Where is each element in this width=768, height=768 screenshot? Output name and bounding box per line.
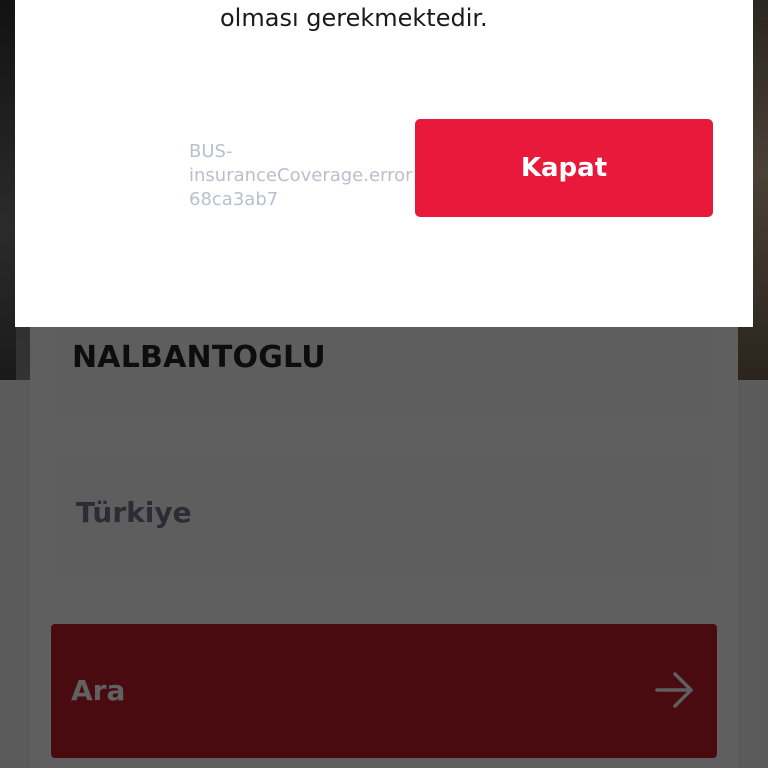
close-button[interactable]: Kapat xyxy=(415,119,713,217)
surname-value: NALBANTOGLU xyxy=(72,340,326,375)
country-field[interactable]: Türkiye xyxy=(52,452,714,576)
hero-background-left xyxy=(0,0,16,380)
arrow-right-icon xyxy=(655,672,693,708)
error-code-line: BUS- xyxy=(189,141,233,162)
search-button[interactable]: Ara xyxy=(51,624,717,758)
country-value: Türkiye xyxy=(76,496,192,529)
error-code: BUS- insuranceCoverage.error 68ca3ab7 xyxy=(189,140,415,212)
search-button-label: Ara xyxy=(71,674,126,707)
error-code-line: 68ca3ab7 xyxy=(189,189,279,210)
modal-message: olması gerekmektedir. xyxy=(220,4,488,32)
screen: NALBANTOGLU Türkiye Ara olması gerekmekt… xyxy=(0,0,768,768)
error-modal: olması gerekmektedir. BUS- insuranceCove… xyxy=(15,0,753,327)
error-code-line: insuranceCoverage.error xyxy=(189,165,413,186)
